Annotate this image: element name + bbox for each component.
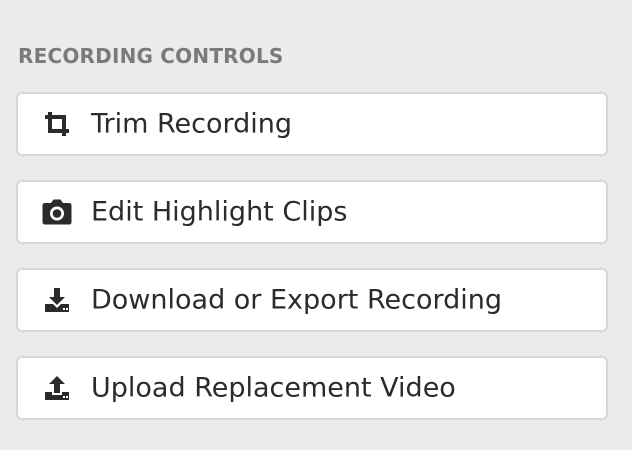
edit-highlight-clips-button[interactable]: Edit Highlight Clips (16, 180, 608, 244)
upload-replacement-video-button[interactable]: Upload Replacement Video (16, 356, 608, 420)
download-export-recording-button[interactable]: Download or Export Recording (16, 268, 608, 332)
crop-icon (42, 109, 72, 139)
section-title: RECORDING CONTROLS (18, 44, 284, 68)
camera-icon (42, 197, 72, 227)
trim-recording-label: Trim Recording (91, 108, 293, 140)
trim-recording-button[interactable]: Trim Recording (16, 92, 608, 156)
upload-replacement-video-label: Upload Replacement Video (91, 372, 456, 404)
edit-highlight-clips-label: Edit Highlight Clips (91, 196, 348, 228)
upload-icon (42, 373, 72, 403)
download-export-recording-label: Download or Export Recording (91, 284, 502, 316)
download-icon (42, 285, 72, 315)
